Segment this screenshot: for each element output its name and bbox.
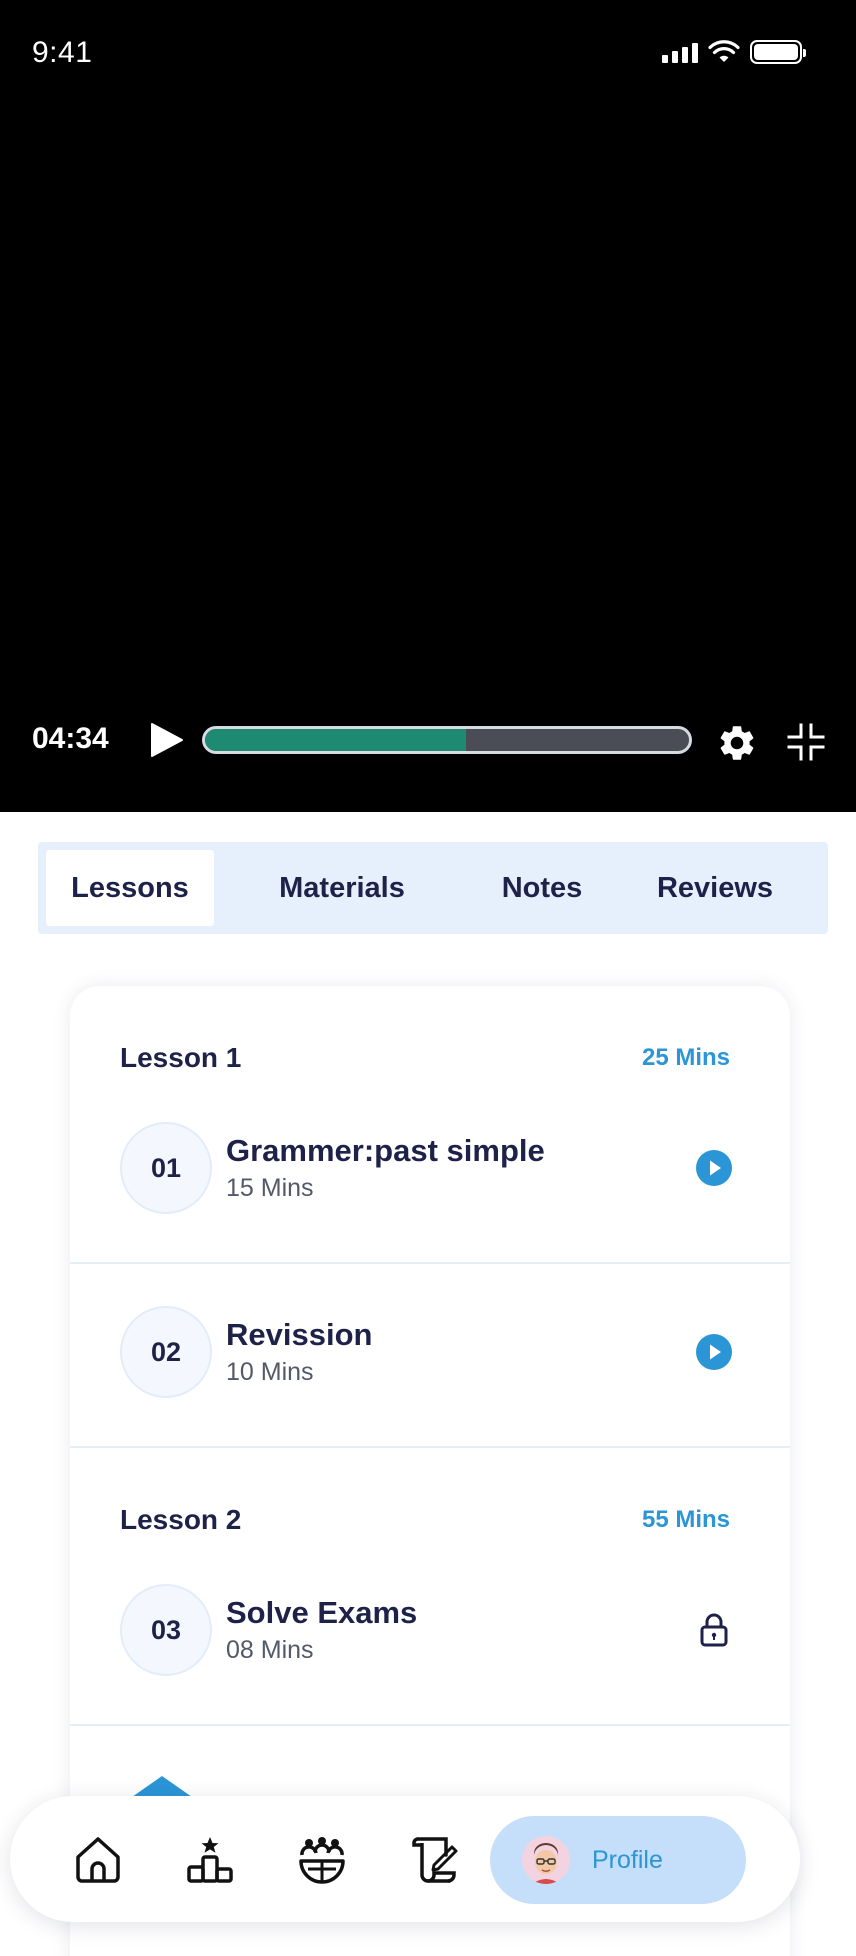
content-tabs: Lessons Materials Notes Reviews — [38, 842, 828, 934]
nav-leaderboard[interactable] — [180, 1829, 240, 1889]
settings-gear-icon[interactable] — [716, 722, 758, 764]
lesson-section-duration: 55 Mins — [641, 1506, 730, 1533]
bottom-navigation: Profile — [10, 1796, 800, 1922]
lesson-number-badge: 01 — [120, 1122, 212, 1214]
edit-scroll-icon — [412, 1837, 458, 1883]
wifi-icon — [708, 40, 740, 62]
video-progress-bar[interactable] — [202, 726, 692, 754]
nav-community[interactable] — [292, 1829, 352, 1889]
nav-notes[interactable] — [404, 1829, 464, 1889]
lesson-section-header: Lesson 2 55 Mins — [120, 1504, 730, 1536]
lesson-item-title: Revission — [226, 1317, 373, 1352]
lock-icon — [694, 1610, 734, 1650]
nav-profile-label: Profile — [592, 1845, 663, 1874]
lesson-section-title: Lesson 1 — [120, 1042, 242, 1073]
lesson-section-duration: 25 Mins — [641, 1044, 730, 1071]
lesson-item[interactable]: 02 Revission 10 Mins — [120, 1306, 734, 1398]
play-circle-icon[interactable] — [694, 1148, 734, 1188]
lesson-item-duration: 08 Mins — [226, 1636, 314, 1664]
video-player[interactable]: 9:41 04:34 — [0, 0, 856, 812]
lesson-item-title: Solve Exams — [226, 1595, 418, 1630]
tab-materials[interactable]: Materials — [214, 850, 470, 926]
nav-profile[interactable]: Profile — [490, 1816, 746, 1904]
play-circle-icon[interactable] — [694, 1332, 734, 1372]
nav-home[interactable] — [68, 1829, 128, 1889]
exit-fullscreen-icon[interactable] — [786, 722, 826, 762]
divider — [70, 1724, 790, 1726]
lesson-item[interactable]: 03 Solve Exams 08 Mins — [120, 1584, 734, 1676]
player-controls: 04:34 — [0, 712, 856, 772]
divider — [70, 1446, 790, 1448]
tab-reviews[interactable]: Reviews — [614, 850, 816, 926]
play-icon[interactable] — [146, 720, 186, 760]
lesson-item-title: Grammer:past simple — [226, 1133, 545, 1168]
lesson-number-badge: 02 — [120, 1306, 212, 1398]
avatar — [522, 1836, 570, 1884]
lesson-section-title: Lesson 2 — [120, 1504, 242, 1535]
lesson-item-duration: 15 Mins — [226, 1174, 314, 1202]
divider — [70, 1262, 790, 1264]
lesson-item-duration: 10 Mins — [226, 1358, 314, 1386]
lesson-number-badge: 03 — [120, 1584, 212, 1676]
status-time: 9:41 — [32, 36, 93, 69]
tab-lessons[interactable]: Lessons — [46, 850, 214, 926]
battery-icon — [750, 40, 806, 64]
community-icon — [299, 1837, 345, 1884]
current-time-label: 04:34 — [32, 722, 109, 755]
tab-notes[interactable]: Notes — [470, 850, 614, 926]
home-icon — [76, 1837, 120, 1883]
status-icons — [662, 40, 806, 64]
lesson-section-header: Lesson 1 25 Mins — [120, 1042, 730, 1074]
lesson-item[interactable]: 01 Grammer:past simple 15 Mins — [120, 1122, 734, 1214]
video-progress-fill — [205, 729, 467, 751]
leaderboard-icon — [187, 1837, 233, 1883]
cellular-signal-icon — [662, 41, 698, 63]
